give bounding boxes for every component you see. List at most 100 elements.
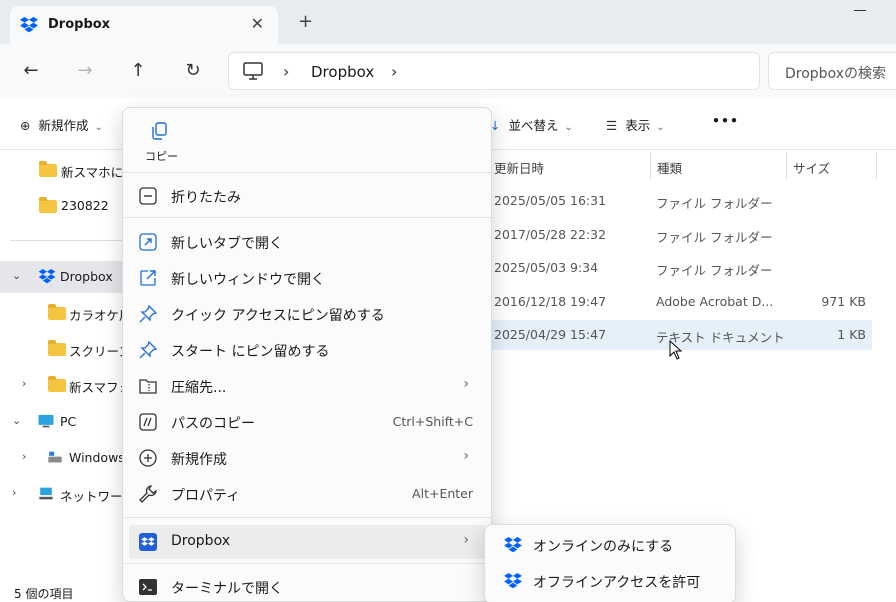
menu-item-new[interactable]: 新規作成 › [129, 441, 487, 475]
tab-dropbox[interactable]: Dropbox ✕ [10, 6, 278, 44]
sidebar-item-pc[interactable]: ⌄ PC [0, 406, 122, 438]
up-button[interactable]: ↑ [125, 58, 151, 84]
table-row[interactable]: 2016/12/18 19:47 Adobe Acrobat D... 971 … [490, 287, 872, 317]
table-row[interactable]: 2017/05/28 22:32 ファイル フォルダー [490, 220, 872, 250]
sidebar-item-windows[interactable]: › Windows [0, 442, 122, 474]
close-icon[interactable]: ✕ [251, 14, 264, 34]
table-row[interactable]: 2025/05/05 16:31 ファイル フォルダー [490, 186, 872, 216]
menu-item-collapse[interactable]: 折りたたみ [129, 179, 487, 213]
chevron-right-icon[interactable]: › [391, 62, 397, 81]
cell-type: Adobe Acrobat D... [656, 294, 774, 309]
column-header-modified[interactable]: 更新日時 [494, 158, 544, 177]
minimize-button[interactable] [854, 10, 866, 11]
cell-modified: 2016/12/18 19:47 [494, 294, 607, 309]
chevron-right-icon[interactable]: › [283, 62, 289, 81]
sidebar-item-label: 新スマホに送 [61, 165, 122, 180]
open-new-tab-icon [139, 233, 157, 251]
copy-button[interactable]: コピー [135, 114, 185, 168]
menu-item-dropbox[interactable]: Dropbox › [129, 525, 487, 559]
sidebar-item-folder[interactable]: 230822 [0, 190, 122, 222]
folder-synced-icon [48, 304, 66, 320]
chevron-down-icon: ⌄ [94, 122, 103, 133]
menu-item-label: 新しいタブで開く [171, 236, 283, 252]
sidebar-item-folder[interactable]: 新スマホに送 [0, 154, 122, 186]
refresh-button[interactable]: ↻ [180, 58, 206, 84]
view-list-icon: ☰ [606, 118, 618, 133]
sidebar-item-folder[interactable]: スクリーンシ [0, 333, 122, 365]
sidebar-item-folder[interactable]: › 新スマフォ [0, 369, 122, 401]
breadcrumb-dropbox[interactable]: Dropbox [311, 63, 374, 81]
menu-separator [123, 217, 491, 218]
back-button[interactable]: ← [18, 58, 44, 84]
cell-size: 1 KB [837, 327, 866, 342]
menu-item-compress[interactable]: 圧縮先... › [129, 369, 487, 403]
menu-item-copy-path[interactable]: パスのコピー Ctrl+Shift+C [129, 405, 487, 439]
menu-item-label: プロパティ [171, 488, 241, 504]
forward-button[interactable]: → [72, 58, 98, 84]
context-menu: コピー 折りたたみ 新しいタブで開く 新しいウィンドウで開く クイック アクセス… [122, 107, 492, 602]
wrench-icon [139, 485, 157, 503]
menu-item-shortcut: Ctrl+Shift+C [392, 414, 473, 429]
menu-item-open-new-tab[interactable]: 新しいタブで開く [129, 225, 487, 259]
mouse-cursor-icon [669, 340, 683, 360]
network-icon [39, 487, 53, 500]
menu-item-label: スタート にピン留めする [171, 344, 330, 360]
zip-folder-icon [139, 379, 157, 394]
cell-type: ファイル フォルダー [656, 196, 773, 211]
menu-item-label: クイック アクセスにピン留めする [171, 308, 385, 324]
pin-icon [139, 341, 157, 359]
chevron-down-icon[interactable]: ⌄ [12, 269, 21, 282]
terminal-icon [139, 579, 157, 595]
menu-item-offline-access[interactable]: オフラインアクセスを許可 [491, 564, 731, 598]
sidebar-item-folder[interactable]: カラオケ用 [0, 297, 122, 329]
divider [10, 240, 122, 241]
new-tab-button[interactable]: + [298, 12, 313, 32]
copy-label: コピー [145, 150, 178, 163]
column-header-size[interactable]: サイズ [793, 158, 830, 177]
address-bar[interactable]: › Dropbox › [228, 52, 760, 90]
more-options-button[interactable]: ••• [712, 113, 739, 128]
dropbox-icon [20, 16, 38, 33]
context-menu-quick-actions: コピー [123, 108, 491, 172]
column-divider[interactable] [786, 152, 787, 180]
menu-item-open-new-window[interactable]: 新しいウィンドウで開く [129, 261, 487, 295]
menu-item-pin-start[interactable]: スタート にピン留めする [129, 333, 487, 367]
sidebar-item-dropbox[interactable]: ⌄ Dropbox [0, 261, 122, 293]
plus-circle-icon [139, 449, 157, 467]
column-divider[interactable] [876, 152, 877, 180]
menu-item-label: Dropbox [171, 533, 230, 549]
new-button[interactable]: ⊕ 新規作成 ⌄ [20, 115, 103, 134]
dropbox-icon [38, 269, 56, 284]
drive-icon [48, 451, 62, 463]
dropbox-icon [139, 533, 157, 551]
navigation-bar: ← → ↑ ↻ › Dropbox › Dropboxの検索 [0, 44, 896, 98]
menu-item-properties[interactable]: プロパティ Alt+Enter [129, 477, 487, 511]
chevron-right-icon[interactable]: › [12, 486, 16, 499]
chevron-right-icon[interactable]: › [22, 377, 26, 390]
open-new-window-icon [140, 270, 156, 286]
menu-item-label: 新規作成 [171, 452, 227, 468]
view-button[interactable]: ☰ 表示 ⌄ [606, 115, 665, 134]
sidebar-item-label: 新スマフォ [69, 380, 122, 395]
menu-item-label: 新しいウィンドウで開く [171, 272, 325, 288]
sidebar-item-network[interactable]: › ネットワーク [0, 478, 122, 510]
cell-modified: 2017/05/28 22:32 [494, 227, 607, 242]
sort-button[interactable]: ↓ 並べ替え ⌄ [490, 115, 573, 134]
column-header-type[interactable]: 種類 [657, 158, 682, 177]
dropbox-icon [504, 537, 522, 553]
search-input[interactable]: Dropboxの検索 [768, 52, 896, 90]
menu-item-online-only[interactable]: オンラインのみにする [491, 528, 731, 562]
sidebar-item-label: PC [60, 414, 77, 429]
column-divider[interactable] [650, 152, 651, 180]
sidebar-item-label: Dropbox [60, 269, 113, 284]
chevron-down-icon: ⌄ [564, 122, 573, 133]
menu-item-open-terminal[interactable]: ターミナルで開く [129, 570, 487, 601]
menu-item-label: オフラインアクセスを許可 [533, 575, 701, 591]
table-row[interactable]: 2025/05/03 9:34 ファイル フォルダー [490, 253, 872, 283]
menu-item-pin-quick-access[interactable]: クイック アクセスにピン留めする [129, 297, 487, 331]
pc-icon [243, 62, 263, 80]
chevron-down-icon[interactable]: ⌄ [12, 414, 21, 427]
menu-item-label: オンラインのみにする [533, 539, 674, 555]
chevron-right-icon: › [463, 448, 469, 464]
chevron-right-icon[interactable]: › [22, 450, 26, 463]
